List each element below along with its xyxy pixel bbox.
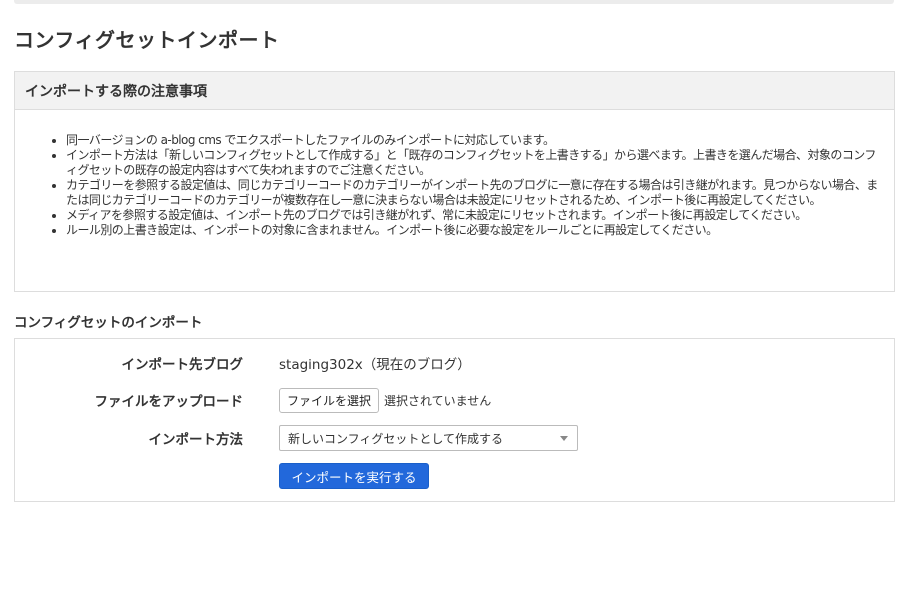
file-upload-control: ファイルを選択 選択されていません — [279, 387, 492, 413]
file-upload-row: ファイルをアップロード ファイルを選択 選択されていません — [15, 387, 894, 413]
execute-import-button[interactable]: インポートを実行する — [279, 463, 429, 489]
file-status-text: 選択されていません — [384, 393, 492, 408]
list-item: カテゴリーを参照する設定値は、同じカテゴリーコードのカテゴリーがインポート先のブ… — [66, 178, 884, 208]
choose-file-button[interactable]: ファイルを選択 — [279, 387, 380, 413]
chevron-down-icon — [560, 436, 568, 441]
submit-row: インポートを実行する — [15, 463, 894, 489]
list-item: インポート方法は「新しいコンフィグセットとして作成する」と「既存のコンフィグセッ… — [66, 148, 884, 178]
target-blog-row: インポート先ブログ staging302x（現在のブログ） — [15, 353, 894, 373]
submit-control: インポートを実行する — [279, 463, 429, 489]
notice-heading: インポートする際の注意事項 — [15, 72, 894, 110]
import-method-control: 新しいコンフィグセットとして作成する — [279, 425, 578, 451]
import-method-selected: 新しいコンフィグセットとして作成する — [288, 431, 504, 446]
target-blog-label: インポート先ブログ — [121, 357, 244, 373]
import-form: インポート先ブログ staging302x（現在のブログ） ファイルをアップロー… — [14, 338, 895, 502]
page-title: コンフィグセットインポート — [14, 28, 280, 52]
top-bar — [14, 0, 894, 4]
import-method-row: インポート方法 新しいコンフィグセットとして作成する — [15, 425, 894, 451]
import-method-label: インポート方法 — [148, 432, 244, 448]
list-item: ルール別の上書き設定は、インポートの対象に含まれません。インポート後に必要な設定… — [66, 223, 884, 238]
notice-panel: インポートする際の注意事項 同一バージョンの a-blog cms でエクスポー… — [14, 71, 895, 292]
page: コンフィグセットインポート インポートする際の注意事項 同一バージョンの a-b… — [0, 0, 911, 592]
notice-list: 同一バージョンの a-blog cms でエクスポートしたファイルのみインポート… — [15, 110, 894, 238]
import-section-title: コンフィグセットのインポート — [14, 315, 203, 331]
target-blog-value: staging302x（現在のブログ） — [279, 357, 471, 373]
list-item: メディアを参照する設定値は、インポート先のブログでは引き継がれず、常に未設定にリ… — [66, 208, 884, 223]
import-method-select[interactable]: 新しいコンフィグセットとして作成する — [279, 425, 578, 451]
file-upload-label: ファイルをアップロード — [94, 394, 244, 410]
list-item: 同一バージョンの a-blog cms でエクスポートしたファイルのみインポート… — [66, 133, 884, 148]
